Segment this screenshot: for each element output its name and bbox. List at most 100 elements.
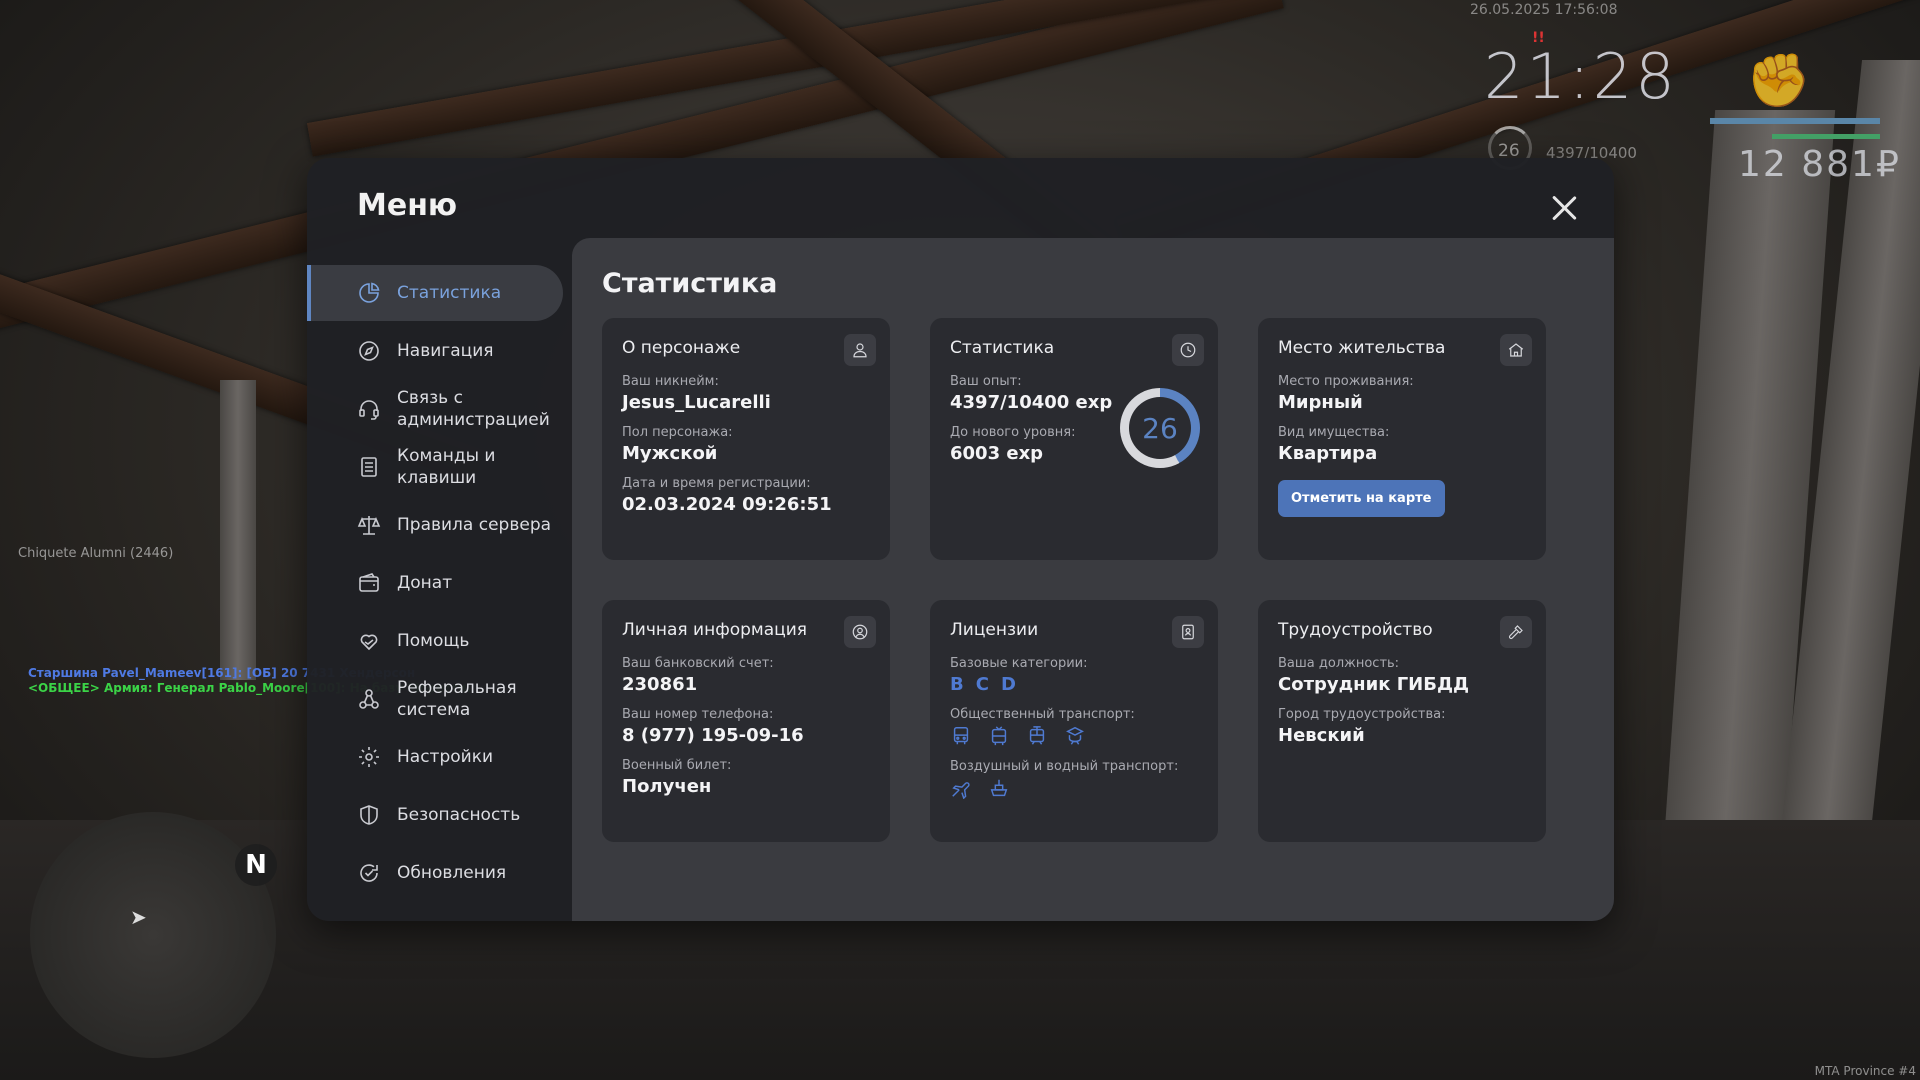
sidebar-item-label: Обновления [397,863,507,883]
licenses-card: Лицензии Базовые категории: B C D Общест… [930,600,1218,842]
sidebar-item-label: Реферальная система [397,678,517,720]
refresh-check-icon [357,861,381,885]
field-label: Ваш опыт: [950,374,1022,389]
gender-value: Мужской [622,443,718,464]
statistics-card: Статистика Ваш опыт: 4397/10400 exp До н… [930,318,1218,560]
sidebar-item-donate[interactable]: Донат [307,555,563,611]
armor-bar [1772,134,1880,139]
sidebar-item-security[interactable]: Безопасность [307,787,563,843]
nickname-value: Jesus_Lucarelli [622,392,771,413]
minimap [30,812,276,1058]
card-title: О персонаже [622,338,741,358]
hud-clock: 21:28 [1484,40,1678,113]
sidebar-item-label: Правила сервера [397,515,552,535]
sidebar-item-settings[interactable]: Настройки [307,729,563,785]
card-title: Трудоустройство [1278,620,1433,640]
bus-icon [950,725,972,747]
content-panel: Статистика О персонаже Ваш никнейм: Jesu… [572,238,1614,921]
hud-datetime: 26.05.2025 17:56:08 [1470,2,1618,18]
air-water-licenses [950,777,1198,799]
field-label: Пол персонажа: [622,425,733,440]
compass-north: N [235,844,277,886]
card-title: Место жительства [1278,338,1446,358]
sidebar-item-label: Связь с администрацией [397,388,550,430]
sidebar-item-label: Статистика [397,283,502,303]
hammer-icon [1500,616,1532,648]
clock-pie-icon [1172,334,1204,366]
bank-account-value: 230861 [622,674,698,695]
personal-info-card: Личная информация Ваш банковский счет: 2… [602,600,890,842]
mark-on-map-button[interactable]: Отметить на карте [1278,480,1445,517]
level-progress-ring: 26 [1120,388,1200,468]
sidebar-item-help[interactable]: Помощь [307,613,563,669]
plane-icon [950,777,972,799]
id-badge-icon [1172,616,1204,648]
gear-icon [357,745,381,769]
hud-money: 12 881₽ [1738,144,1901,185]
residence-value: Мирный [1278,392,1363,413]
employment-card: Трудоустройство Ваша должность: Сотрудни… [1258,600,1546,842]
field-label: Ваша должность: [1278,656,1400,671]
home-icon [1500,334,1532,366]
server-tag: MTA Province #4 [1814,1064,1916,1078]
player-arrow-icon: ➤ [130,905,147,929]
card-title: Статистика [950,338,1055,358]
sidebar-item-statistics[interactable]: Статистика [307,265,563,321]
boat-icon [988,777,1010,799]
scales-icon [357,513,381,537]
sidebar-item-label: Навигация [397,341,494,361]
sidebar-item-updates[interactable]: Обновления [307,845,563,901]
sidebar-item-navigation[interactable]: Навигация [307,323,563,379]
sidebar-item-label: Донат [397,573,453,593]
sidebar-item-label: Помощь [397,631,470,651]
list-document-icon [357,455,381,479]
sidebar-item-label: Команды и клавиши [397,446,496,488]
wallet-icon [357,571,381,595]
field-label: Место проживания: [1278,374,1414,389]
level-value: 26 [1129,397,1191,459]
field-label: Ваш номер телефона: [622,707,774,722]
field-label: Вид имущества: [1278,425,1390,440]
field-label: Город трудоустройства: [1278,707,1446,722]
health-bar [1710,118,1880,124]
headset-icon [357,397,381,421]
close-icon[interactable] [1544,188,1584,228]
field-label: Общественный транспорт: [950,707,1135,722]
sidebar-item-label: Настройки [397,747,494,767]
character-card: О персонаже Ваш никнейм: Jesus_Lucarelli… [602,318,890,560]
fist-icon: ✊ [1746,51,1811,111]
page-title: Статистика [602,268,778,299]
license-category: B [950,674,964,695]
sidebar-item-referral[interactable]: Реферальная система [307,671,563,727]
sidebar-item-commands[interactable]: Команды и клавиши [307,439,563,495]
license-category: C [975,674,989,695]
property-value: Квартира [1278,443,1378,464]
menu-title: Меню [357,188,458,223]
network-icon [357,687,381,711]
trolleybus-icon [988,725,1010,747]
card-title: Лицензии [950,620,1039,640]
sidebar-item-label: Безопасность [397,805,521,825]
phone-value: 8 (977) 195-09-16 [622,725,804,746]
field-label: Военный билет: [622,758,732,773]
npc-nametag: Chiquete Alumni (2446) [18,546,174,561]
registration-value: 02.03.2024 09:26:51 [622,494,832,515]
license-category: D [1000,674,1016,695]
public-transport-licenses [950,725,1198,747]
sidebar-item-rules[interactable]: Правила сервера [307,497,563,553]
train-icon [1064,725,1086,747]
residence-card: Место жительства Место проживания: Мирны… [1258,318,1546,560]
heart-hand-icon [357,629,381,653]
position-value: Сотрудник ГИБДД [1278,674,1470,695]
work-city-value: Невский [1278,725,1365,746]
pie-chart-icon [357,281,381,305]
tram-icon [1026,725,1048,747]
field-label: Ваш никнейм: [622,374,719,389]
menu-window: Меню Статистика Навигация Связь с админи… [307,158,1614,921]
field-label: Ваш банковский счет: [622,656,774,671]
card-title: Личная информация [622,620,808,640]
field-label: Воздушный и водный транспорт: [950,759,1179,774]
shield-icon [357,803,381,827]
sidebar-item-admin-contact[interactable]: Связь с администрацией [307,381,563,437]
license-categories: B C D [950,674,1198,695]
